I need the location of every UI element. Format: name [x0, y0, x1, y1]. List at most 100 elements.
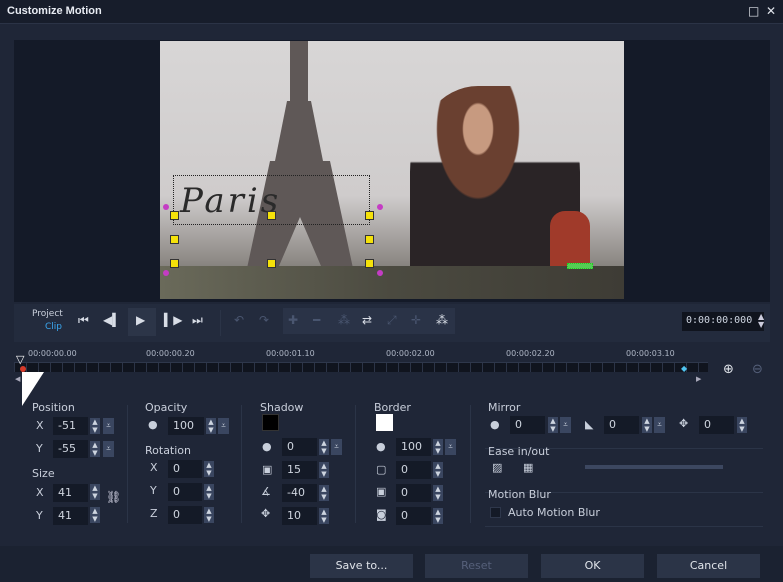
shadow-handle[interactable]	[567, 263, 593, 269]
shadow-distance-spinner[interactable]: ▲ ▼	[319, 508, 329, 524]
mirror-fade-input[interactable]: 0	[604, 416, 639, 434]
keyframe-track[interactable]	[14, 362, 708, 372]
rotate-handle[interactable]	[377, 204, 383, 210]
position-x-spinner[interactable]: ▲ ▼	[90, 418, 100, 434]
undo-icon[interactable]: ↶	[234, 313, 244, 327]
mirror-fade-dropdown[interactable]: ⩡	[654, 417, 665, 433]
previous-keyframe-icon[interactable]: ⤢	[387, 313, 397, 328]
size-x-input[interactable]: 41	[53, 484, 88, 502]
border-width-spinner[interactable]: ▲ ▼	[433, 462, 443, 478]
project-mode-toggle[interactable]: Project	[32, 309, 63, 319]
size-x-spinner[interactable]: ▲ ▼	[90, 484, 100, 500]
position-x-input[interactable]: -51	[53, 417, 88, 435]
zoom-in-icon[interactable]: ⊕	[723, 362, 734, 377]
border-width-input[interactable]: 0	[396, 461, 431, 479]
mirror-fade-spinner[interactable]: ▲ ▼	[642, 417, 652, 433]
shadow-color-swatch[interactable]	[262, 414, 279, 431]
ease-in-icon[interactable]: ▨	[492, 461, 502, 474]
rotation-y-spinner[interactable]: ▲ ▼	[204, 484, 214, 500]
rotation-x-spinner[interactable]: ▲ ▼	[204, 461, 214, 477]
shadow-distance-input[interactable]: 10	[282, 507, 317, 525]
ok-button[interactable]: OK	[541, 554, 644, 578]
end-keyframe[interactable]: ◆	[681, 364, 687, 373]
mirror-offset-input[interactable]: 0	[699, 416, 734, 434]
position-y-dropdown[interactable]: ⩡	[103, 441, 114, 457]
link-aspect-icon[interactable]: ⛓	[106, 490, 121, 504]
timecode-spinner-icon[interactable]: ▲ ▼	[758, 313, 764, 329]
mirror-opacity-spinner[interactable]: ▲ ▼	[548, 417, 558, 433]
resize-handle[interactable]	[365, 235, 374, 244]
resize-handle[interactable]	[267, 211, 276, 220]
zoom-out-icon[interactable]: ⊖	[752, 362, 763, 377]
rotate-handle[interactable]	[377, 270, 383, 276]
rotation-y-input[interactable]: 0	[168, 483, 202, 501]
reset-button[interactable]: Reset	[425, 554, 528, 578]
play-icon[interactable]: ▶	[136, 313, 145, 327]
timecode-display[interactable]: 0:00:00:000	[682, 312, 764, 331]
mirror-opacity-input[interactable]: 0	[510, 416, 545, 434]
go-to-start-icon[interactable]: ⏮	[78, 313, 89, 328]
next-frame-icon[interactable]: ▍▶	[164, 313, 182, 327]
cancel-button[interactable]: Cancel	[657, 554, 760, 578]
scroll-right-icon[interactable]: ▶	[696, 375, 701, 383]
position-y-input[interactable]: -55	[53, 440, 88, 458]
shadow-angle-spinner[interactable]: ▲ ▼	[319, 485, 329, 501]
copy-keyframe-icon[interactable]: ⁂	[338, 313, 350, 327]
mirror-opacity-dropdown[interactable]: ⩡	[560, 417, 571, 433]
ease-out-icon[interactable]: ▦	[523, 461, 533, 474]
opacity-input[interactable]: 100	[168, 417, 204, 435]
size-y-input[interactable]: 41	[53, 507, 88, 525]
position-y-spinner[interactable]: ▲ ▼	[90, 441, 100, 457]
next-keyframe-icon[interactable]: ✛	[411, 313, 421, 327]
opacity-title: Opacity	[145, 401, 188, 414]
shadow-opacity-spinner[interactable]: ▲ ▼	[319, 439, 329, 455]
shadow-angle-input[interactable]: -40	[282, 484, 317, 502]
playhead-icon[interactable]: ▽	[16, 353, 24, 366]
remove-keyframe-icon[interactable]: ━	[313, 313, 320, 327]
rotate-handle[interactable]	[163, 204, 169, 210]
shadow-opacity-input[interactable]: 0	[282, 438, 317, 456]
save-to-button[interactable]: Save to...	[310, 554, 413, 578]
rotate-handle[interactable]	[163, 270, 169, 276]
border-blur-spinner[interactable]: ▲ ▼	[433, 485, 443, 501]
mirror-offset-spinner[interactable]: ▲ ▼	[737, 417, 747, 433]
border-blur-input[interactable]: 0	[396, 484, 431, 502]
previous-frame-icon[interactable]: ◀▍	[103, 313, 121, 327]
border-color-swatch[interactable]	[376, 414, 393, 431]
add-keyframe-icon[interactable]: ✚	[288, 313, 298, 327]
shadow-blur-input[interactable]: 15	[282, 461, 317, 479]
resize-handle[interactable]	[365, 259, 374, 268]
reverse-keyframes-icon[interactable]: ⇄	[362, 313, 372, 327]
maximize-icon[interactable]: □	[748, 4, 759, 18]
shadow-opacity-dropdown[interactable]: ⩡	[331, 439, 342, 455]
border-opacity-dropdown[interactable]: ⩡	[445, 439, 456, 455]
clip-mode-toggle[interactable]: Clip	[45, 322, 62, 332]
paste-keyframe-icon[interactable]: ⁂	[436, 313, 448, 327]
shadow-blur-spinner[interactable]: ▲ ▼	[319, 462, 329, 478]
auto-motion-blur-checkbox[interactable]	[490, 507, 501, 518]
close-icon[interactable]: ✕	[766, 4, 776, 18]
scroll-left-icon[interactable]: ◀	[15, 375, 20, 383]
mirror-opacity-icon: ●	[490, 418, 500, 431]
size-y-spinner[interactable]: ▲ ▼	[90, 507, 100, 523]
border-corner-spinner[interactable]: ▲ ▼	[433, 508, 443, 524]
border-opacity-input[interactable]: 100	[396, 438, 431, 456]
position-x-dropdown[interactable]: ⩡	[103, 418, 114, 434]
border-opacity-spinner[interactable]: ▲ ▼	[433, 439, 443, 455]
opacity-dropdown[interactable]: ⩡	[218, 418, 229, 434]
resize-handle[interactable]	[170, 211, 179, 220]
rotation-z-spinner[interactable]: ▲ ▼	[204, 507, 214, 523]
rotation-x-input[interactable]: 0	[168, 460, 202, 478]
resize-handle[interactable]	[267, 259, 276, 268]
resize-handle[interactable]	[170, 259, 179, 268]
redo-icon[interactable]: ↷	[259, 313, 269, 327]
go-to-end-icon[interactable]: ⏭	[192, 313, 203, 328]
border-corner-input[interactable]: 0	[396, 507, 431, 525]
rotation-z-input[interactable]: 0	[168, 506, 202, 524]
resize-handle[interactable]	[365, 211, 374, 220]
resize-handle[interactable]	[170, 235, 179, 244]
opacity-spinner[interactable]: ▲ ▼	[206, 418, 216, 434]
preview-image[interactable]: Paris	[160, 41, 624, 299]
shadow-distance-icon: ✥	[261, 507, 271, 520]
ease-slider[interactable]	[585, 465, 723, 469]
